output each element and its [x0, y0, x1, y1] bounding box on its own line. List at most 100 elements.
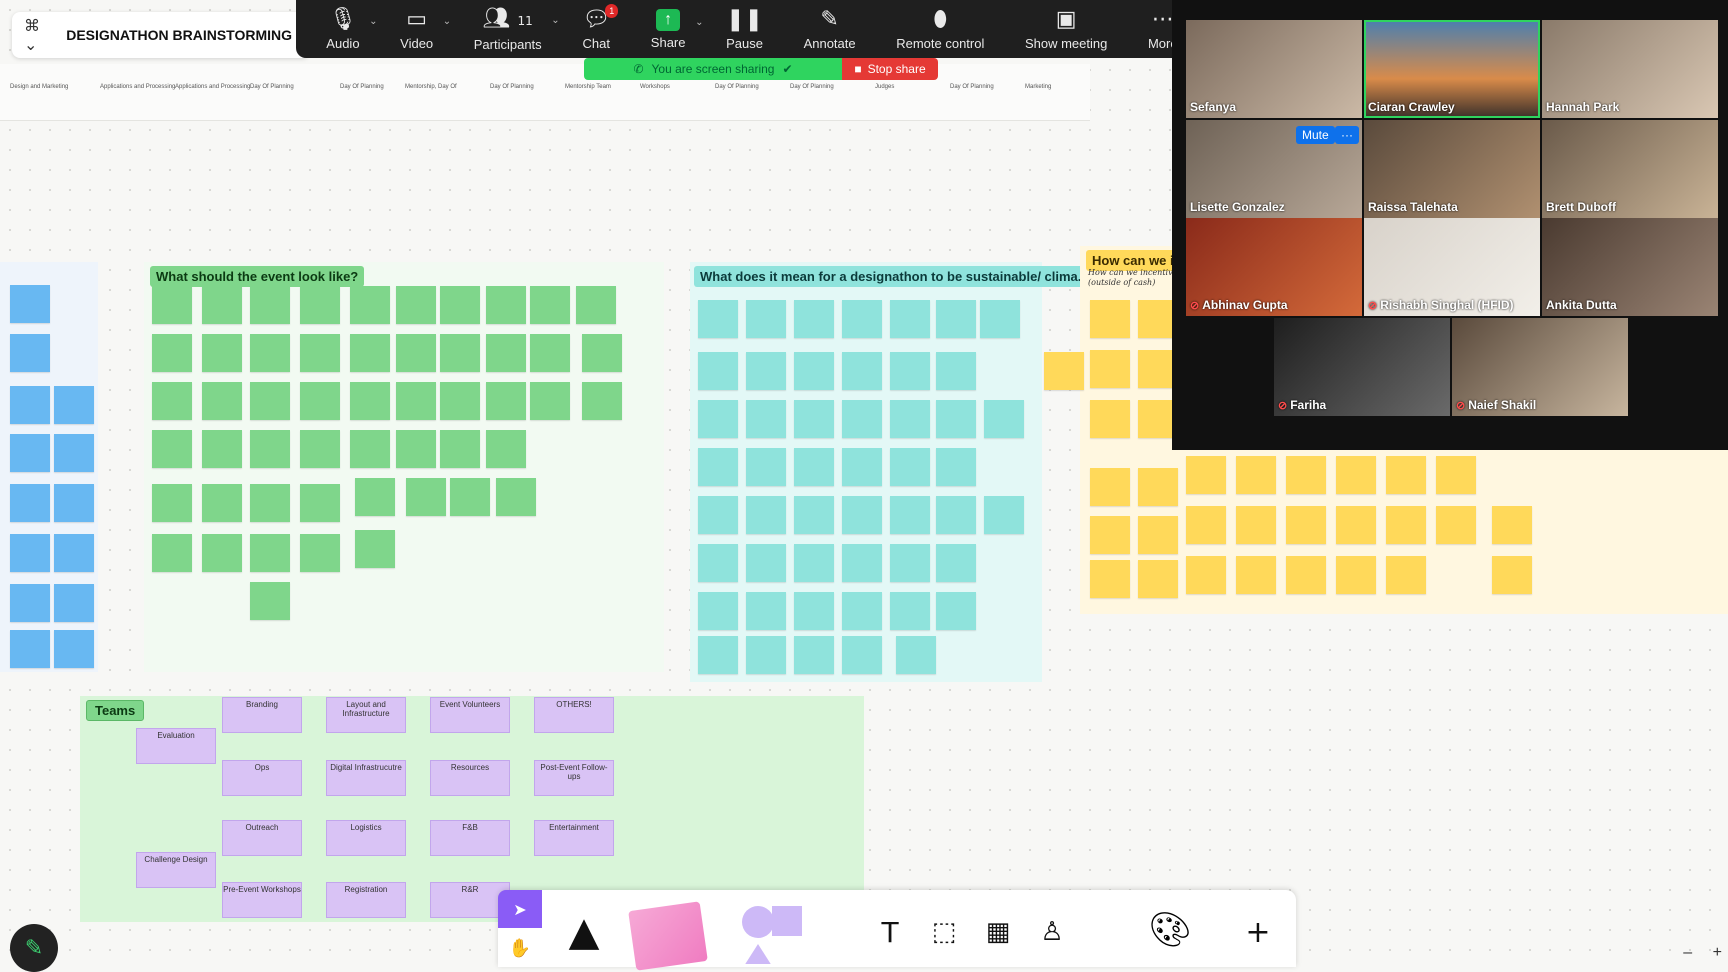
sticky-note[interactable] [486, 382, 526, 420]
plus-icon[interactable]: + [1236, 910, 1280, 954]
sticky-note[interactable] [936, 400, 976, 438]
sticky-note[interactable] [794, 592, 834, 630]
hand-icon[interactable]: ✋ [498, 930, 542, 966]
sticky-note[interactable] [1138, 560, 1178, 598]
sticky-note[interactable] [1386, 456, 1426, 494]
team-card[interactable]: Post-Event Follow-ups [534, 760, 614, 796]
sharing-status[interactable]: ✆ You are screen sharing ✔ [584, 58, 842, 80]
sticky-note[interactable] [794, 448, 834, 486]
sticky-note[interactable] [440, 334, 480, 372]
sticky-note[interactable] [152, 534, 192, 572]
sticky-note[interactable] [355, 530, 395, 568]
sticky-note[interactable] [1286, 456, 1326, 494]
sticky-note[interactable] [406, 478, 446, 516]
sticky-note[interactable] [152, 286, 192, 324]
team-card[interactable]: Challenge Design [136, 852, 216, 888]
sticky-note[interactable] [746, 544, 786, 582]
sticky-note[interactable] [1186, 506, 1226, 544]
sticky-note[interactable] [842, 544, 882, 582]
remote-control-button[interactable]: ⬮ Remote control [896, 7, 984, 51]
sticky-note[interactable] [936, 496, 976, 534]
sticky-note[interactable] [350, 430, 390, 468]
sticky-note[interactable] [1090, 400, 1130, 438]
sticky-note[interactable] [936, 448, 976, 486]
sticky-note[interactable] [250, 334, 290, 372]
sticky-note[interactable] [54, 484, 94, 522]
marker-icon[interactable]: ▲ [560, 900, 608, 964]
sticky-note[interactable] [202, 334, 242, 372]
sticky-note[interactable] [746, 448, 786, 486]
participant-tile[interactable]: Sefanya [1186, 20, 1362, 118]
sticky-note[interactable] [984, 400, 1024, 438]
sticky-note[interactable] [1090, 468, 1130, 506]
participant-tile[interactable]: ⊘ Fariha [1274, 318, 1450, 416]
sticky-note[interactable] [300, 484, 340, 522]
team-card[interactable]: F&B [430, 820, 510, 856]
video-button[interactable]: ▭ ⌄ Video [400, 7, 451, 51]
sticky-note[interactable] [794, 544, 834, 582]
edit-pencil-icon[interactable]: ✎ [10, 924, 58, 972]
table-icon[interactable]: ▦ [976, 910, 1020, 954]
sticky-note[interactable] [746, 636, 786, 674]
sticky-note[interactable] [1236, 556, 1276, 594]
sticky-note[interactable] [486, 430, 526, 468]
participant-tile[interactable]: ⊘ Rishabh Singhal (HFID) [1364, 218, 1540, 316]
sticky-note[interactable] [794, 352, 834, 390]
sticky-note[interactable] [794, 300, 834, 338]
show-meeting-button[interactable]: ▣ Show meeting [1025, 7, 1107, 51]
sticky-note[interactable] [896, 636, 936, 674]
team-card[interactable]: Event Volunteers [430, 697, 510, 733]
sticky-note[interactable] [746, 400, 786, 438]
team-card[interactable]: Outreach [222, 820, 302, 856]
team-card[interactable]: Resources [430, 760, 510, 796]
sticky-note[interactable] [350, 286, 390, 324]
sticky-note[interactable] [530, 334, 570, 372]
sticky-note[interactable] [300, 534, 340, 572]
sticky-note[interactable] [1286, 506, 1326, 544]
sticky-note[interactable] [1386, 506, 1426, 544]
team-card[interactable]: Pre-Event Workshops [222, 882, 302, 918]
stamp-icon[interactable]: ♙ [1030, 910, 1074, 954]
sticky-note[interactable] [10, 334, 50, 372]
sticky-note[interactable] [202, 484, 242, 522]
participant-tile-active-speaker[interactable]: Ciaran Crawley [1364, 20, 1540, 118]
sticky-note[interactable] [396, 382, 436, 420]
sticky-note[interactable] [890, 496, 930, 534]
sticky-note[interactable] [10, 584, 50, 622]
participant-tile[interactable]: ⊘ Naief Shakil [1452, 318, 1628, 416]
sticky-note[interactable] [1090, 350, 1130, 388]
sticky-note[interactable] [1436, 456, 1476, 494]
sticky-note[interactable] [842, 592, 882, 630]
team-card[interactable]: Evaluation [136, 728, 216, 764]
sticky-note[interactable] [250, 582, 290, 620]
sticky-note[interactable] [698, 636, 738, 674]
cursor-icon[interactable]: ➤ [498, 890, 542, 928]
sticky-note[interactable] [355, 478, 395, 516]
sticky-note[interactable] [10, 285, 50, 323]
sticky-note[interactable] [842, 352, 882, 390]
sticky-note[interactable] [486, 286, 526, 324]
sticky-note[interactable] [54, 534, 94, 572]
sticky-note[interactable] [1492, 506, 1532, 544]
sticky-note[interactable] [1386, 556, 1426, 594]
sticky-note[interactable] [1336, 506, 1376, 544]
participant-tile[interactable]: Hannah Park [1542, 20, 1718, 118]
sticky-note[interactable] [1090, 300, 1130, 338]
text-icon[interactable]: T [868, 910, 912, 954]
sticky-note[interactable] [396, 334, 436, 372]
shapes-icon[interactable] [742, 904, 802, 964]
sticky-note[interactable] [576, 286, 616, 324]
sticky-note[interactable] [1090, 560, 1130, 598]
sticky-note[interactable] [890, 352, 930, 390]
sticky-note[interactable] [54, 434, 94, 472]
sticky-note[interactable] [842, 400, 882, 438]
sticky-note[interactable] [530, 382, 570, 420]
sticky-note[interactable] [1492, 556, 1532, 594]
figjam-logo-icon[interactable]: ⌘ ⌄ [24, 16, 56, 54]
document-title[interactable]: DESIGNATHON BRAINSTORMING SE [66, 27, 298, 43]
sticky-note[interactable] [890, 448, 930, 486]
sticky-note[interactable] [1236, 506, 1276, 544]
sticky-note[interactable] [202, 430, 242, 468]
sticky-note[interactable] [440, 382, 480, 420]
sticky-note[interactable] [250, 534, 290, 572]
